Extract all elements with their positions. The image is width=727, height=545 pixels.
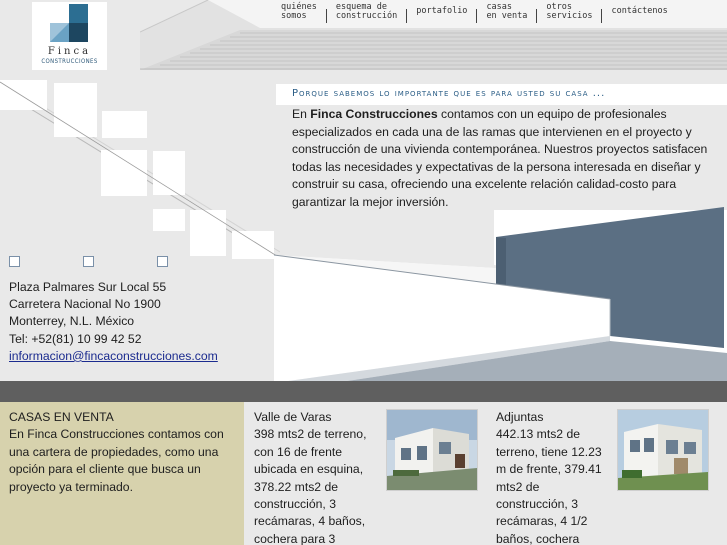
address-line-2: Carretera Nacional No 1900 xyxy=(9,297,161,312)
intro-body: contamos con un equipo de profesionales … xyxy=(292,107,708,209)
phone-number: Tel: +52(81) 10 99 42 52 xyxy=(9,331,142,346)
nav-quienes-somos[interactable]: quiénes somos xyxy=(281,3,317,20)
nav-otros-servicios[interactable]: otros servicios xyxy=(546,3,592,20)
tagline: Porque sabemos lo importante que es para… xyxy=(292,88,606,99)
page: Finca CONSTRUCCIONES quiénes somos esque… xyxy=(0,0,727,545)
property-photo-adjuntas[interactable] xyxy=(617,409,709,491)
intro-paragraph: En Finca Construcciones contamos con un … xyxy=(292,106,722,212)
nav-separator xyxy=(601,9,603,23)
email-link[interactable]: informacion@fincaconstrucciones.com xyxy=(9,349,218,363)
address-line-1: Plaza Palmares Sur Local 55 xyxy=(9,280,167,294)
house-photo-icon xyxy=(618,410,708,490)
building-illustration xyxy=(274,207,727,383)
nav-portafolio[interactable]: portafolio xyxy=(416,7,467,16)
main-nav: quiénes somos esquema de construcción po… xyxy=(281,3,668,27)
property-photo-valle-de-varas[interactable] xyxy=(386,409,478,491)
intro-company: Finca Construcciones xyxy=(310,107,438,121)
property-name[interactable]: Adjuntas xyxy=(496,409,608,426)
checkbox-3[interactable] xyxy=(157,256,168,267)
sale-description: CASAS EN VENTA En Finca Construcciones c… xyxy=(9,409,235,496)
sale-heading: CASAS EN VENTA xyxy=(9,410,114,424)
house-photo-icon xyxy=(387,410,477,490)
contact-address: Plaza Palmares Sur Local 55 Carretera Na… xyxy=(9,279,218,365)
logo-wordmark: Finca xyxy=(47,46,92,57)
nav-separator xyxy=(325,9,327,23)
property-card-adjuntas[interactable]: Adjuntas 442.13 mts2 de terreno, tiene 1… xyxy=(496,409,608,545)
property-description: 442.13 mts2 de terreno, tiene 12.23 m de… xyxy=(496,427,602,545)
property-card-valle-de-varas[interactable]: Valle de Varas 398 mts2 de terreno, con … xyxy=(254,409,380,545)
logo-subtitle: CONSTRUCCIONES xyxy=(41,58,98,65)
nav-esquema-construccion[interactable]: esquema de construcción xyxy=(336,3,397,20)
checkbox-1[interactable] xyxy=(9,256,20,267)
nav-separator xyxy=(406,9,408,23)
property-description: 398 mts2 de terreno, con 16 de frente ub… xyxy=(254,427,367,545)
decorative-crossing-lines xyxy=(0,81,280,259)
address-line-3: Monterrey, N.L. México xyxy=(9,314,135,329)
property-name[interactable]: Valle de Varas xyxy=(254,409,380,426)
sale-text: En Finca Construcciones contamos con una… xyxy=(9,427,224,494)
intro-prefix: En xyxy=(292,107,311,121)
logo-mark-icon xyxy=(50,4,88,42)
nav-casas-en-venta[interactable]: casas en venta xyxy=(486,3,527,20)
checkbox-2[interactable] xyxy=(83,256,94,267)
nav-separator xyxy=(536,9,538,23)
nav-separator xyxy=(476,9,478,23)
divider-strip xyxy=(0,381,727,402)
logo[interactable]: Finca CONSTRUCCIONES xyxy=(32,2,107,70)
nav-contactenos[interactable]: contáctenos xyxy=(611,7,667,16)
